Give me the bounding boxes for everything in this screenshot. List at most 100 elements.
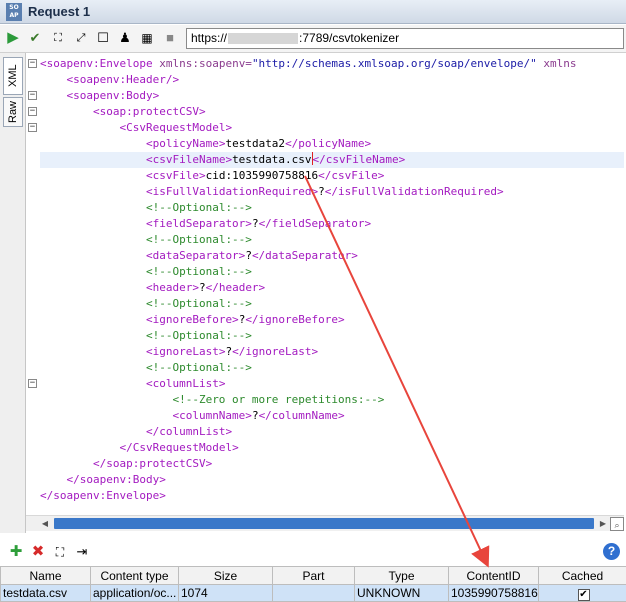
xml-token: xmlns:soapenv= [159,57,252,70]
code-line[interactable]: <soapenv:Body> [40,88,624,104]
fold-toggle-icon[interactable]: − [28,59,37,68]
code-line[interactable]: </soap:protectCSV> [40,456,624,472]
horizontal-scrollbar[interactable]: ◀ ▶ ⌕ [26,515,624,531]
xml-value: ? [198,281,206,294]
code-line[interactable]: <fieldSeparator>?</fieldSeparator> [40,216,624,232]
column-header-content-type[interactable]: Content type [90,566,179,585]
xml-token: <soap:protectCSV> [92,105,206,118]
cell-content-type: application/oc... [90,584,179,602]
validate-icon[interactable]: ✔ [27,30,43,46]
column-header-size[interactable]: Size [178,566,273,585]
table-header-row: Name Content type Size Part Type Content… [0,566,626,585]
xml-token: </policyName> [285,137,372,150]
xml-token: </soapenv:Body> [66,473,166,486]
cached-checkbox[interactable]: ✔ [577,588,590,601]
code-line[interactable]: <!--Optional:--> [40,328,624,344]
xml-token: <soapenv:Body> [66,89,160,102]
remove-attachment-icon[interactable]: ✖ [30,544,46,560]
code-line[interactable]: <soapenv:Header/> [40,72,624,88]
code-line[interactable]: </CsvRequestModel> [40,440,624,456]
xml-token: <policyName> [145,137,226,150]
xml-token: xmlns [536,57,577,70]
xml-comment: <!--Optional:--> [145,233,252,246]
code-line[interactable]: <!--Zero or more repetitions:--> [40,392,624,408]
column-header-cached[interactable]: Cached [538,566,626,585]
code-line[interactable]: <columnList> [40,376,624,392]
code-line[interactable]: <policyName>testdata2</policyName> [40,136,624,152]
code-line[interactable]: <!--Optional:--> [40,232,624,248]
code-line[interactable]: <!--Optional:--> [40,264,624,280]
column-header-name[interactable]: Name [0,566,91,585]
tab-xml[interactable]: XML [3,57,23,95]
tab-raw[interactable]: Raw [3,97,23,127]
xml-token: <csvFileName> [145,153,233,166]
code-line[interactable]: <header>?</header> [40,280,624,296]
scroll-left-icon[interactable]: ◀ [38,517,52,531]
reload-attachment-icon[interactable]: ⛶ [52,544,68,560]
code-line[interactable]: </soapenv:Envelope> [40,488,624,504]
tiles-icon[interactable]: ▦ [139,30,155,46]
code-line[interactable]: <!--Optional:--> [40,200,624,216]
table-row[interactable]: testdata.csv application/oc... 1074 UNKN… [0,584,626,602]
code-line[interactable]: <isFullValidationRequired>?</isFullValid… [40,184,624,200]
xml-token: </columnList> [145,425,233,438]
fold-toggle-icon[interactable]: − [28,123,37,132]
fullscreen-icon[interactable]: ⛶ [50,30,66,46]
xml-token: <ignoreLast> [145,345,226,358]
xml-token: </dataSeparator> [251,249,358,262]
xml-token: "http://schemas.xmlsoap.org/soap/envelop… [251,57,537,70]
help-icon[interactable]: ? [603,543,620,560]
xml-token: <isFullValidationRequired> [145,185,319,198]
xml-value: cid:1035990758816 [205,169,319,182]
code-line[interactable]: <soapenv:Envelope xmlns:soapenv="http://… [40,56,624,72]
endpoint-url-input[interactable]: https://:7789/csvtokenizer [186,28,624,49]
column-header-content-id[interactable]: ContentID [448,566,539,585]
request-toolbar: ▶ ✔ ⛶ ⤢ ☐ ♟ ▦ ■ https://:7789/csvtokeniz… [0,25,626,53]
code-line[interactable]: <dataSeparator>?</dataSeparator> [40,248,624,264]
xml-token: </csvFileName> [312,153,406,166]
add-attachment-icon[interactable]: ✚ [8,544,24,560]
code-line[interactable]: <columnName>?</columnName> [40,408,624,424]
code-line[interactable]: <ignoreBefore>?</ignoreBefore> [40,312,624,328]
cell-part[interactable] [272,584,355,602]
xml-comment: <!--Optional:--> [145,297,252,310]
stop-icon[interactable]: ☐ [95,30,111,46]
column-header-part[interactable]: Part [272,566,355,585]
window-title: Request 1 [28,4,91,19]
xml-token: </ignoreLast> [232,345,319,358]
code-line[interactable]: </soapenv:Body> [40,472,624,488]
fold-toggle-icon[interactable]: − [28,379,37,388]
run-icon[interactable]: ▶ [5,30,21,46]
code-line[interactable]: <!--Optional:--> [40,360,624,376]
code-line[interactable]: <csvFileName>testdata.csv</csvFileName> [40,152,624,168]
xml-token: </fieldSeparator> [258,217,372,230]
soap-icon: SO AP [6,3,22,21]
cell-cached: ✔ [538,584,626,602]
xml-value: ? [251,217,259,230]
fold-toggle-icon[interactable]: − [28,91,37,100]
xml-token: <fieldSeparator> [145,217,252,230]
scrollbar-thumb[interactable] [54,518,594,529]
code-line[interactable]: <CsvRequestModel> [40,120,624,136]
xml-editor[interactable]: − − − − − <soapenv:Envelope xmlns:soapenv="h… [26,53,624,515]
column-header-type[interactable]: Type [354,566,449,585]
zoom-icon[interactable]: ⌕ [610,517,624,531]
xml-token: <csvFile> [145,169,206,182]
cell-type: UNKNOWN [354,584,449,602]
xml-token: </ignoreBefore> [245,313,345,326]
export-attachment-icon[interactable]: ⇥ [74,544,90,560]
expand-icon[interactable]: ⤢ [73,30,89,46]
user-icon[interactable]: ♟ [117,30,133,46]
code-line[interactable]: <!--Optional:--> [40,296,624,312]
code-line[interactable]: <ignoreLast>?</ignoreLast> [40,344,624,360]
code-line[interactable]: </columnList> [40,424,624,440]
code-line[interactable]: <soap:protectCSV> [40,104,624,120]
box-icon[interactable]: ■ [162,30,178,46]
fold-toggle-icon[interactable]: − [28,107,37,116]
scroll-right-icon[interactable]: ▶ [596,517,610,531]
xml-token: <soapenv:Envelope [40,57,160,70]
attachments-table: Name Content type Size Part Type Content… [0,566,626,602]
xml-token: </soap:protectCSV> [92,457,213,470]
xml-code[interactable]: <soapenv:Envelope xmlns:soapenv="http://… [40,56,624,504]
code-line[interactable]: <csvFile>cid:1035990758816</csvFile> [40,168,624,184]
